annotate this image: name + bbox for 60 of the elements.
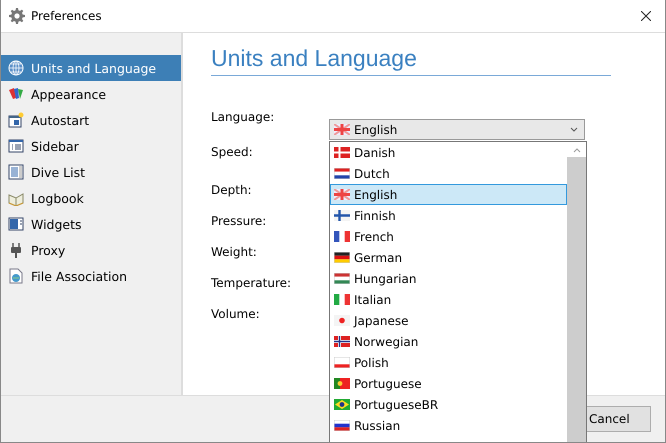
language-option[interactable]: Japanese [330,310,567,331]
close-icon[interactable] [641,11,651,21]
language-option[interactable]: German [330,247,567,268]
flag-icon [334,336,350,347]
flag-icon [334,147,350,158]
sidebar-item-icon [8,138,24,154]
flag-icon [334,168,350,179]
sidebar-item[interactable]: Appearance [1,81,181,107]
language-option[interactable]: Danish [330,142,567,163]
language-option[interactable]: Polish [330,352,567,373]
flag-icon [334,399,350,410]
sidebar-item-icon [8,216,24,232]
flag-icon [334,231,350,242]
sidebar-item[interactable]: Sidebar [1,133,181,159]
field-label: Volume: [211,307,260,323]
sidebar-item[interactable]: File Association [1,263,181,289]
field-label: Weight: [211,245,257,261]
sidebar-item[interactable]: Units and Language [1,55,181,81]
language-option[interactable]: Dutch [330,163,567,184]
sidebar-item[interactable]: Autostart [1,107,181,133]
page-heading: Units and Language [211,45,611,76]
language-option[interactable]: Russian [330,415,567,436]
flag-icon [334,124,350,135]
field-label: Speed: [211,145,253,161]
flag-icon [334,420,350,431]
language-option[interactable]: Norwegian [330,331,567,352]
language-option[interactable]: Finnish [330,205,567,226]
sidebar-item-icon [8,112,24,128]
gear-icon [9,8,25,24]
sidebar-item-icon [8,164,24,180]
flag-icon [334,357,350,368]
sidebar-item-icon [8,86,24,102]
field-label: Temperature: [211,276,292,292]
flag-icon [334,294,350,305]
sidebar-item-icon [8,60,24,76]
sidebar-item-icon [8,268,24,284]
sidebar-item-icon [8,242,24,258]
language-option[interactable]: Portuguese [330,373,567,394]
language-option[interactable]: French [330,226,567,247]
flag-icon [334,210,350,221]
language-option[interactable]: English [330,184,567,205]
sidebar-item[interactable]: Logbook [1,185,181,211]
language-option[interactable]: Hungarian [330,268,567,289]
window-title: Preferences [31,9,103,23]
language-option[interactable]: PortugueseBR [330,394,567,415]
language-combo[interactable]: English [329,119,585,140]
flag-icon [334,378,350,389]
flag-icon [334,315,350,326]
field-label: Language: [211,110,274,126]
sidebar-item[interactable]: Widgets [1,211,181,237]
flag-icon [334,189,350,200]
sidebar-item[interactable]: Dive List [1,159,181,185]
sidebar-item[interactable]: Proxy [1,237,181,263]
flag-icon [334,252,350,263]
field-label: Depth: [211,183,252,199]
language-option[interactable]: Italian [330,289,567,310]
flag-icon [334,273,350,284]
chevron-down-icon [570,127,578,132]
chevron-up-icon [572,148,580,153]
field-label: Pressure: [211,214,266,230]
